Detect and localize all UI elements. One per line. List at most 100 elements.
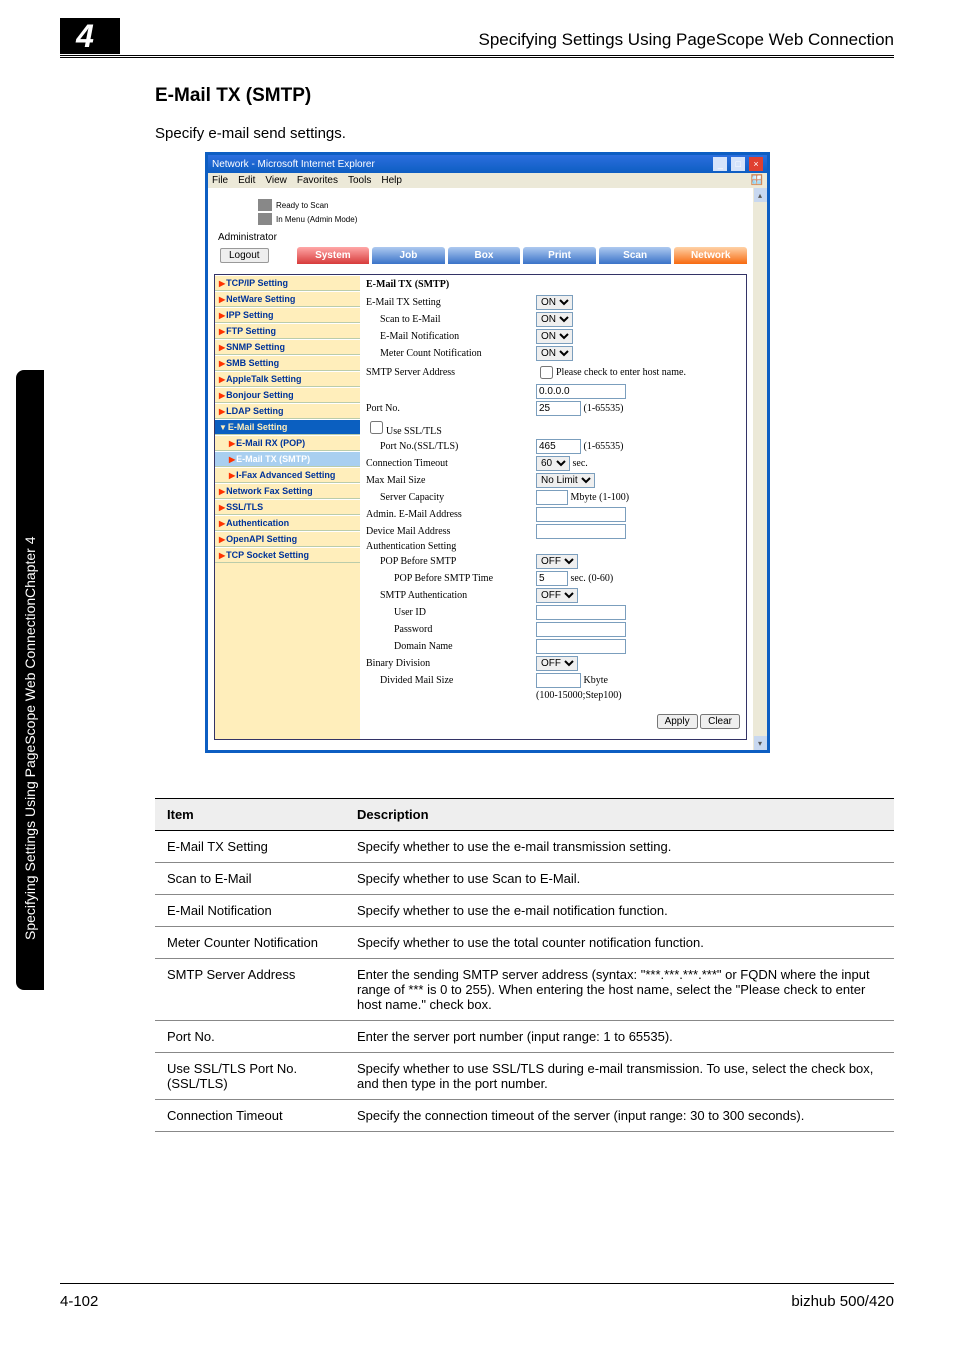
vertical-scrollbar[interactable]: ▴ ▾ (753, 188, 767, 750)
checkbox-hostname[interactable] (540, 366, 553, 379)
input-port[interactable] (536, 401, 581, 416)
nav-item-label: E-Mail TX (SMTP) (236, 454, 310, 464)
select-binary[interactable]: OFF (536, 656, 578, 671)
side-title: Specifying Settings Using PageScope Web … (22, 598, 38, 980)
logout-button[interactable]: Logout (220, 248, 269, 263)
label-binary: Binary Division (366, 658, 536, 669)
nav-item-label: FTP Setting (226, 326, 276, 336)
nav-item-label: NetWare Setting (226, 294, 295, 304)
apply-button[interactable]: Apply (657, 714, 698, 729)
tab-job[interactable]: Job (372, 247, 445, 264)
detail-panel: E-Mail TX (SMTP) E-Mail TX SettingON Sca… (360, 275, 746, 739)
nav-item[interactable]: ▶OpenAPI Setting (215, 531, 360, 547)
label-divided: Divided Mail Size (366, 675, 536, 686)
input-password[interactable] (536, 622, 626, 637)
nav-item[interactable]: ▶Authentication (215, 515, 360, 531)
arrow-icon: ▶ (229, 455, 235, 464)
menu-tools[interactable]: Tools (348, 175, 371, 186)
label-pop-time: POP Before SMTP Time (366, 573, 536, 584)
input-domain[interactable] (536, 639, 626, 654)
input-server-address[interactable] (536, 384, 626, 399)
nav-item[interactable]: ▼E-Mail Setting (215, 419, 360, 435)
printer-icon (258, 213, 272, 225)
label-smtp-auth: SMTP Authentication (366, 590, 536, 601)
nav-item[interactable]: ▶LDAP Setting (215, 403, 360, 419)
select-timeout[interactable]: 60 (536, 456, 570, 471)
nav-item[interactable]: ▶TCP Socket Setting (215, 547, 360, 563)
arrow-icon: ▶ (219, 487, 225, 496)
scroll-up-icon[interactable]: ▴ (754, 188, 767, 202)
nav-item[interactable]: ▶E-Mail RX (POP) (215, 435, 360, 451)
chapter-side-tab: Specifying Settings Using PageScope Web … (16, 370, 44, 990)
tab-scan[interactable]: Scan (599, 247, 672, 264)
cell-item: SMTP Server Address (155, 959, 345, 1021)
label-notif: E-Mail Notification (366, 331, 536, 342)
menu-edit[interactable]: Edit (238, 175, 255, 186)
window-title: Network - Microsoft Internet Explorer (212, 159, 375, 170)
nav-item[interactable]: ▶FTP Setting (215, 323, 360, 339)
arrow-icon: ▶ (219, 359, 225, 368)
nav-item[interactable]: ▶E-Mail TX (SMTP) (215, 451, 360, 467)
input-divided[interactable] (536, 673, 581, 688)
input-capacity[interactable] (536, 490, 568, 505)
label-domain: Domain Name (366, 641, 536, 652)
nav-item[interactable]: ▶I-Fax Advanced Setting (215, 467, 360, 483)
select-maxmail[interactable]: No Limit (536, 473, 595, 488)
header-rule (60, 55, 894, 58)
nav-item[interactable]: ▶NetWare Setting (215, 291, 360, 307)
menu-file[interactable]: File (212, 175, 228, 186)
tab-system[interactable]: System (297, 247, 370, 264)
tab-print[interactable]: Print (523, 247, 596, 264)
cell-item: Connection Timeout (155, 1100, 345, 1132)
nav-item[interactable]: ▶SSL/TLS (215, 499, 360, 515)
nav-item[interactable]: ▶SMB Setting (215, 355, 360, 371)
tab-network[interactable]: Network (674, 247, 747, 264)
tab-box[interactable]: Box (448, 247, 521, 264)
select-pop-before[interactable]: OFF (536, 554, 578, 569)
port-range: (1-65535) (584, 403, 624, 414)
label-server: SMTP Server Address (366, 367, 536, 378)
arrow-icon: ▶ (219, 311, 225, 320)
select-scanto[interactable]: ON (536, 312, 573, 327)
input-pop-time[interactable] (536, 571, 568, 586)
menu-favorites[interactable]: Favorites (297, 175, 338, 186)
select-emailtx[interactable]: ON (536, 295, 573, 310)
arrow-icon: ▶ (219, 391, 225, 400)
label-auth-setting: Authentication Setting (366, 541, 536, 552)
nav-item-label: E-Mail RX (POP) (236, 438, 305, 448)
input-sslport[interactable] (536, 439, 581, 454)
nav-item[interactable]: ▶TCP/IP Setting (215, 275, 360, 291)
nav-item[interactable]: ▶Network Fax Setting (215, 483, 360, 499)
chapter-number-box: 4 (60, 18, 120, 54)
clear-button[interactable]: Clear (700, 714, 740, 729)
checkbox-usessl[interactable] (370, 421, 383, 434)
nav-item[interactable]: ▶AppleTalk Setting (215, 371, 360, 387)
input-admin-email[interactable] (536, 507, 626, 522)
cell-item: Use SSL/TLS Port No. (SSL/TLS) (155, 1053, 345, 1100)
select-smtp-auth[interactable]: OFF (536, 588, 578, 603)
menu-help[interactable]: Help (381, 175, 402, 186)
status-mode: In Menu (Admin Mode) (276, 215, 357, 224)
nav-item[interactable]: ▶SNMP Setting (215, 339, 360, 355)
cell-desc: Specify whether to use the e-mail transm… (345, 831, 894, 863)
input-device-email[interactable] (536, 524, 626, 539)
select-meter[interactable]: ON (536, 346, 573, 361)
label-usessl: Use SSL/TLS (386, 426, 442, 437)
arrow-icon: ▶ (219, 551, 225, 560)
nav-item[interactable]: ▶IPP Setting (215, 307, 360, 323)
close-icon[interactable]: × (749, 157, 763, 171)
minimize-icon[interactable]: _ (713, 157, 727, 171)
menu-view[interactable]: View (265, 175, 287, 186)
nav-item-label: AppleTalk Setting (226, 374, 301, 384)
select-notif[interactable]: ON (536, 329, 573, 344)
footer-page-number: 4-102 (60, 1293, 98, 1310)
nav-item[interactable]: ▶Bonjour Setting (215, 387, 360, 403)
scroll-down-icon[interactable]: ▾ (754, 736, 767, 750)
arrow-icon: ▶ (219, 535, 225, 544)
settings-nav: ▶TCP/IP Setting▶NetWare Setting▶IPP Sett… (215, 275, 360, 739)
printer-icon (258, 199, 272, 211)
nav-item-label: Authentication (226, 518, 289, 528)
arrow-icon: ▶ (219, 519, 225, 528)
input-userid[interactable] (536, 605, 626, 620)
maximize-icon[interactable]: □ (731, 157, 745, 171)
